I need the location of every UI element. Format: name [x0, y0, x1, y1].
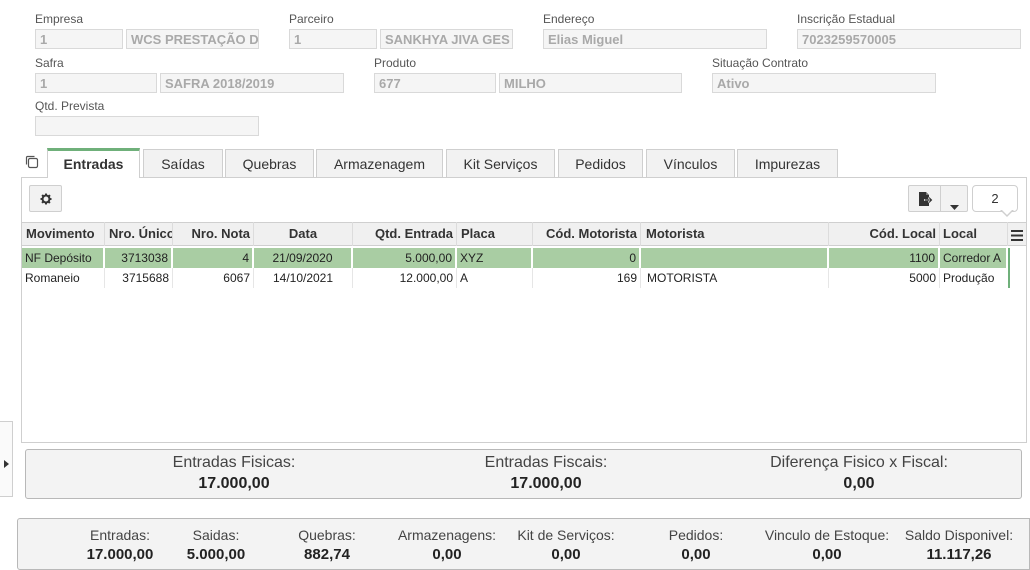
cell-local: Corredor A [940, 248, 1008, 268]
summary-kit-servicos-label: Kit de Serviços: [517, 527, 615, 543]
summary-pedidos-value: 0,00 [681, 546, 711, 563]
safra-code-field[interactable]: 1 [35, 73, 157, 93]
tab-kit-servicos[interactable]: Kit Serviços [446, 149, 555, 177]
cell-movimento: NF Depósito [22, 248, 105, 268]
tab-vinculos[interactable]: Vínculos [646, 149, 735, 177]
copy-icon[interactable] [24, 154, 40, 170]
summary-vinculo-value: 0,00 [812, 546, 842, 563]
caret-right-icon [4, 455, 9, 473]
summary-quebras-value: 882,74 [304, 546, 350, 563]
cell-cod-local: 5000 [829, 268, 940, 288]
export-file-icon [918, 191, 933, 212]
diferenca-label: Diferença Fisico x Fiscal: [770, 454, 948, 471]
situacao-field[interactable]: Ativo [712, 73, 936, 93]
summary-vinculo-label: Vinculo de Estoque: [764, 527, 890, 543]
safra-name-field[interactable]: SAFRA 2018/2019 [160, 73, 344, 93]
cell-nro-unico: 3715688 [105, 268, 173, 288]
parceiro-name-field[interactable]: SANKHYA JIVA GES [380, 29, 513, 49]
cell-data: 21/09/2020 [254, 248, 353, 268]
tab-impurezas[interactable]: Impurezas [737, 149, 838, 177]
col-qtd-entrada[interactable]: Qtd. Entrada [353, 222, 457, 246]
endereco-label: Endereço [543, 12, 595, 26]
col-placa[interactable]: Placa [457, 222, 533, 246]
column-menu-icon[interactable] [1011, 228, 1023, 246]
cell-movimento: Romaneio [22, 268, 105, 288]
caret-down-icon [950, 197, 959, 215]
cell-motorista [641, 248, 829, 268]
col-cod-motorista[interactable]: Cód. Motorista [533, 222, 641, 246]
cell-cod-motorista: 0 [533, 248, 641, 268]
col-data[interactable]: Data [254, 222, 353, 246]
summary-armazenagens-value: 0,00 [432, 546, 462, 563]
summary-saidas-label: Saidas: [192, 527, 240, 543]
col-movimento[interactable]: Movimento [22, 222, 105, 246]
entradas-fiscais-label: Entradas Fiscais: [484, 454, 608, 471]
summary-saidas-value: 5.000,00 [186, 546, 246, 563]
entradas-fiscais-value: 17.000,00 [510, 475, 582, 492]
parceiro-code-field[interactable]: 1 [289, 29, 377, 49]
cell-placa: XYZ [457, 248, 533, 268]
cell-placa: A [457, 268, 533, 288]
record-count-badge: 2 [972, 185, 1018, 212]
situacao-label: Situação Contrato [712, 56, 809, 70]
cell-qtd: 12.000,00 [353, 268, 457, 288]
col-local[interactable]: Local [940, 222, 1008, 246]
col-cod-local[interactable]: Cód. Local [829, 222, 940, 246]
qtd-prevista-field[interactable] [35, 116, 259, 136]
col-nro-unico[interactable]: Nro. Único [105, 222, 173, 246]
summary-kit-servicos-value: 0,00 [551, 546, 581, 563]
safra-label: Safra [35, 56, 64, 70]
inscricao-field[interactable]: 7023259570005 [797, 29, 1021, 49]
col-motorista[interactable]: Motorista [641, 222, 829, 246]
entradas-fisicas-label: Entradas Fisicas: [172, 454, 296, 471]
cell-nro-nota: 4 [173, 248, 254, 268]
cell-motorista: MOTORISTA [641, 268, 829, 288]
produto-code-field[interactable]: 677 [374, 73, 496, 93]
cell-cod-local: 1100 [829, 248, 940, 268]
empresa-label: Empresa [35, 12, 84, 26]
export-button[interactable] [908, 185, 941, 212]
cell-local: Produção [943, 271, 995, 285]
cell-data: 14/10/2021 [254, 268, 353, 288]
col-nro-nota[interactable]: Nro. Nota [173, 222, 254, 246]
cell-qtd: 5.000,00 [353, 248, 457, 268]
gear-icon [39, 192, 53, 211]
empresa-code-field[interactable]: 1 [35, 29, 123, 49]
inscricao-label: Inscrição Estadual [797, 12, 896, 26]
summary-armazenagens-label: Armazenagens: [397, 527, 497, 543]
produto-name-field[interactable]: MILHO [499, 73, 682, 93]
parceiro-label: Parceiro [289, 12, 334, 26]
tab-saidas[interactable]: Saídas [143, 149, 223, 177]
badge-pointer-inner [1001, 209, 1013, 215]
entradas-fisicas-value: 17.000,00 [198, 475, 270, 492]
scrollbar-indicator[interactable] [1008, 248, 1010, 288]
tab-entradas[interactable]: Entradas [47, 148, 140, 178]
cell-nro-unico: 3713038 [105, 248, 173, 268]
side-panel-toggle[interactable] [0, 421, 13, 497]
tab-quebras[interactable]: Quebras [225, 149, 314, 177]
summary-entradas-value: 17.000,00 [86, 546, 154, 563]
qtd-prevista-label: Qtd. Prevista [35, 99, 105, 113]
empresa-name-field[interactable]: WCS PRESTAÇÃO D [126, 29, 259, 49]
summary-pedidos-label: Pedidos: [668, 527, 724, 543]
settings-button[interactable] [29, 185, 62, 212]
cell-nro-nota: 6067 [173, 268, 254, 288]
summary-quebras-label: Quebras: [298, 527, 356, 543]
cell-cod-motorista: 169 [533, 268, 641, 288]
tab-pedidos[interactable]: Pedidos [558, 149, 643, 177]
summary-entradas-label: Entradas: [90, 527, 150, 543]
produto-label: Produto [374, 56, 417, 70]
endereco-field[interactable]: Elias Miguel [543, 29, 767, 49]
export-dropdown-button[interactable] [940, 185, 968, 212]
summary-saldo-value: 11.117,26 [926, 546, 992, 563]
summary-saldo-label: Saldo Disponivel: [904, 527, 1014, 543]
diferenca-value: 0,00 [843, 475, 875, 492]
tab-armazenagem[interactable]: Armazenagem [316, 149, 443, 177]
entradas-panel [21, 177, 1027, 443]
